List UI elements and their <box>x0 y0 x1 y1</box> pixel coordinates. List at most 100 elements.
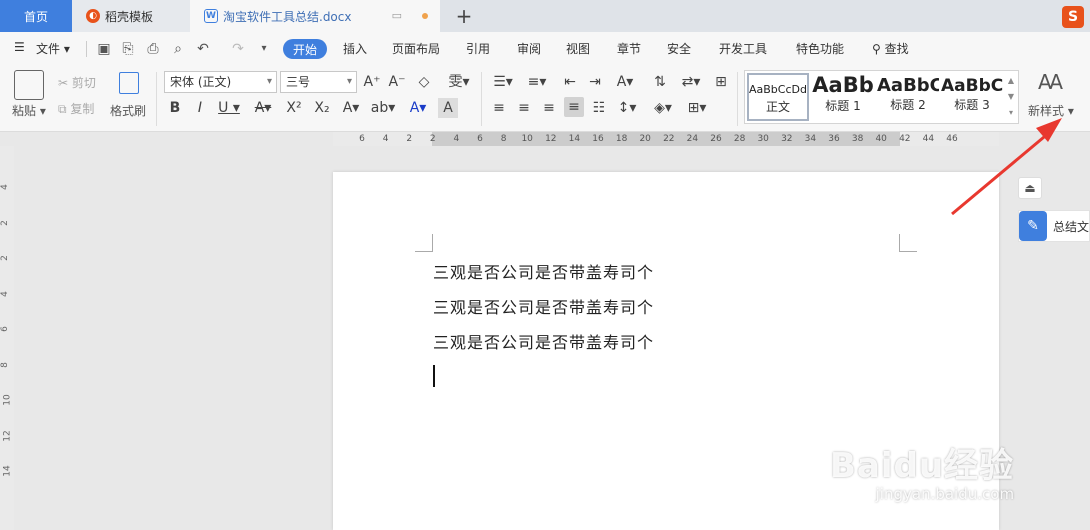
print-icon[interactable]: ⎙ <box>145 41 161 57</box>
sogou-ime-icon[interactable]: S <box>1062 6 1084 28</box>
increase-indent-icon[interactable]: ⇥ <box>585 72 605 92</box>
align-center-icon[interactable]: ≡ <box>514 98 534 118</box>
menu-search[interactable]: ⚲ 查找 <box>872 40 909 57</box>
tab-template[interactable]: ◐ 稻壳模板 <box>72 0 190 32</box>
summary-button[interactable]: ✎ 总结文 <box>1018 210 1090 242</box>
menu-view[interactable]: 视图 <box>566 40 590 57</box>
ruler-tick-label: 4 <box>382 134 389 144</box>
phonetic-icon[interactable]: 雯▾ <box>444 72 474 92</box>
customize-icon[interactable]: ▾ <box>256 41 272 57</box>
copy-button[interactable]: ⧉ 复制 <box>58 100 94 117</box>
style-normal[interactable]: AaBbCcDd 正文 <box>747 73 809 121</box>
align-right-icon[interactable]: ≡ <box>539 98 559 118</box>
font-color-icon[interactable]: A▾ <box>405 98 431 118</box>
superscript-icon[interactable]: X² <box>284 98 304 118</box>
menu-layout[interactable]: 页面布局 <box>392 40 440 57</box>
underline-icon[interactable]: U ▾ <box>214 98 244 118</box>
paste-button[interactable]: 粘贴 ▾ <box>12 102 46 119</box>
style-heading-3[interactable]: AaBbC 标题 3 <box>941 73 1003 121</box>
search-icon: ⚲ <box>872 42 881 56</box>
ruler-tick-label: 2 <box>0 219 10 226</box>
text-effect-icon[interactable]: A▾ <box>338 98 364 118</box>
bold-icon[interactable]: B <box>165 98 185 118</box>
ruler-tick-label: 4 <box>0 290 10 297</box>
highlight-icon[interactable]: ab▾ <box>370 98 396 118</box>
borders-icon[interactable]: ⊞▾ <box>684 98 710 118</box>
ruler-tick-label: 4 <box>0 184 10 190</box>
format-painter-button[interactable]: 格式刷 <box>110 102 146 119</box>
menu-developer[interactable]: 开发工具 <box>719 40 767 57</box>
menu-security[interactable]: 安全 <box>667 40 691 57</box>
line-spacing-icon[interactable]: ↕▾ <box>614 98 640 118</box>
decrease-indent-icon[interactable]: ⇤ <box>560 72 580 92</box>
distributed-icon[interactable]: ☷ <box>589 98 609 118</box>
menu-file[interactable]: 文件 ▾ <box>36 40 70 57</box>
ruler-tick-label: 10 <box>521 134 533 144</box>
ruler-tick-label: 2 <box>406 134 413 144</box>
styles-scroll[interactable]: ▲ ▼ ▾ <box>1006 73 1016 121</box>
document-paragraph[interactable]: 三观是否公司是否带盖寿司个 <box>433 294 654 318</box>
print-preview-icon[interactable]: ⌕ <box>170 41 186 57</box>
menu-special[interactable]: 特色功能 <box>796 40 844 57</box>
shrink-font-icon[interactable]: A⁻ <box>387 72 407 92</box>
paste-icon[interactable] <box>14 70 44 100</box>
redo-icon[interactable]: ↷ <box>230 41 246 57</box>
margin-marker <box>415 234 433 252</box>
align-left-icon[interactable]: ≡ <box>489 98 509 118</box>
divider <box>737 72 738 126</box>
justify-icon[interactable]: ≡ <box>564 97 584 117</box>
grow-font-icon[interactable]: A⁺ <box>362 72 382 92</box>
baidu-logo: Baidu经验 <box>830 446 1015 486</box>
text-cursor <box>433 365 435 387</box>
ruler-tick-label: 46 <box>946 134 958 144</box>
font-size-select[interactable]: 三号 <box>280 71 357 93</box>
show-marks-icon[interactable]: ⇄▾ <box>678 72 704 92</box>
format-painter-icon[interactable] <box>119 72 139 94</box>
strikethrough-icon[interactable]: A▾ <box>250 98 276 118</box>
document-paragraph[interactable]: 三观是否公司是否带盖寿司个 <box>433 259 654 283</box>
italic-icon[interactable]: I <box>190 98 210 118</box>
new-tab-button[interactable]: + <box>452 4 476 28</box>
menu-start[interactable]: 开始 <box>283 39 327 59</box>
styles-gallery: AaBbCcDd 正文 AaBb 标题 1 AaBbC 标题 2 AaBbC 标… <box>744 70 1019 124</box>
ruler-tick-label: 38 <box>851 134 864 144</box>
collapse-panel-button[interactable]: ⏏ <box>1018 177 1042 199</box>
copy-icon: ⧉ <box>58 102 67 116</box>
menu-reference[interactable]: 引用 <box>466 40 490 57</box>
export-pdf-icon[interactable]: ⎘ <box>120 41 136 57</box>
menu-review[interactable]: 审阅 <box>517 40 541 57</box>
ruler-tick-label: 40 <box>875 134 887 144</box>
menu-insert[interactable]: 插入 <box>343 40 367 57</box>
font-name-select[interactable]: 宋体 (正文) <box>164 71 277 93</box>
baidu-watermark: Baidu经验 jingyan.baidu.com <box>830 438 1014 503</box>
clear-format-icon[interactable]: ◇ <box>414 72 434 92</box>
number-list-icon[interactable]: ≡▾ <box>524 72 550 92</box>
char-shading-icon[interactable]: A <box>438 98 458 118</box>
monitor-icon[interactable]: ▭ <box>392 9 402 22</box>
new-style-button[interactable]: 新样式 ▾ <box>1028 102 1074 119</box>
tab-home[interactable]: 首页 <box>0 0 72 32</box>
save-icon[interactable]: ▣ <box>96 41 112 57</box>
style-heading-1[interactable]: AaBb 标题 1 <box>811 73 875 121</box>
menu-chapter[interactable]: 章节 <box>617 40 641 57</box>
ruler-tick-label: 26 <box>710 134 722 144</box>
ruler-tick-label: 6 <box>477 134 483 144</box>
style-heading-2[interactable]: AaBbC 标题 2 <box>877 73 939 121</box>
cut-button[interactable]: ✂ 剪切 <box>58 74 96 91</box>
new-style-icon[interactable]: Ꜳ <box>1038 70 1063 94</box>
ruler-tick-label: 28 <box>733 134 746 144</box>
ruler-tick-label: 42 <box>899 134 911 144</box>
word-doc-icon: W <box>204 9 218 23</box>
ruler-tick-label: 8 <box>0 361 10 368</box>
undo-icon[interactable]: ↶ <box>195 41 211 57</box>
table-icon[interactable]: ⊞ <box>711 72 731 92</box>
change-case-icon[interactable]: A▾ <box>612 72 638 92</box>
bullet-list-icon[interactable]: ☰▾ <box>490 72 516 92</box>
sort-icon[interactable]: ⇅ <box>650 72 670 92</box>
paragraph-shading-icon[interactable]: ◈▾ <box>650 98 676 118</box>
subscript-icon[interactable]: X₂ <box>312 98 332 118</box>
hamburger-icon[interactable]: ☰ <box>14 40 25 54</box>
document-paragraph[interactable]: 三观是否公司是否带盖寿司个 <box>433 329 654 353</box>
tab-document[interactable]: W 淘宝软件工具总结.docx ▭ <box>190 0 440 32</box>
ruler-tick-label: 22 <box>663 134 675 144</box>
